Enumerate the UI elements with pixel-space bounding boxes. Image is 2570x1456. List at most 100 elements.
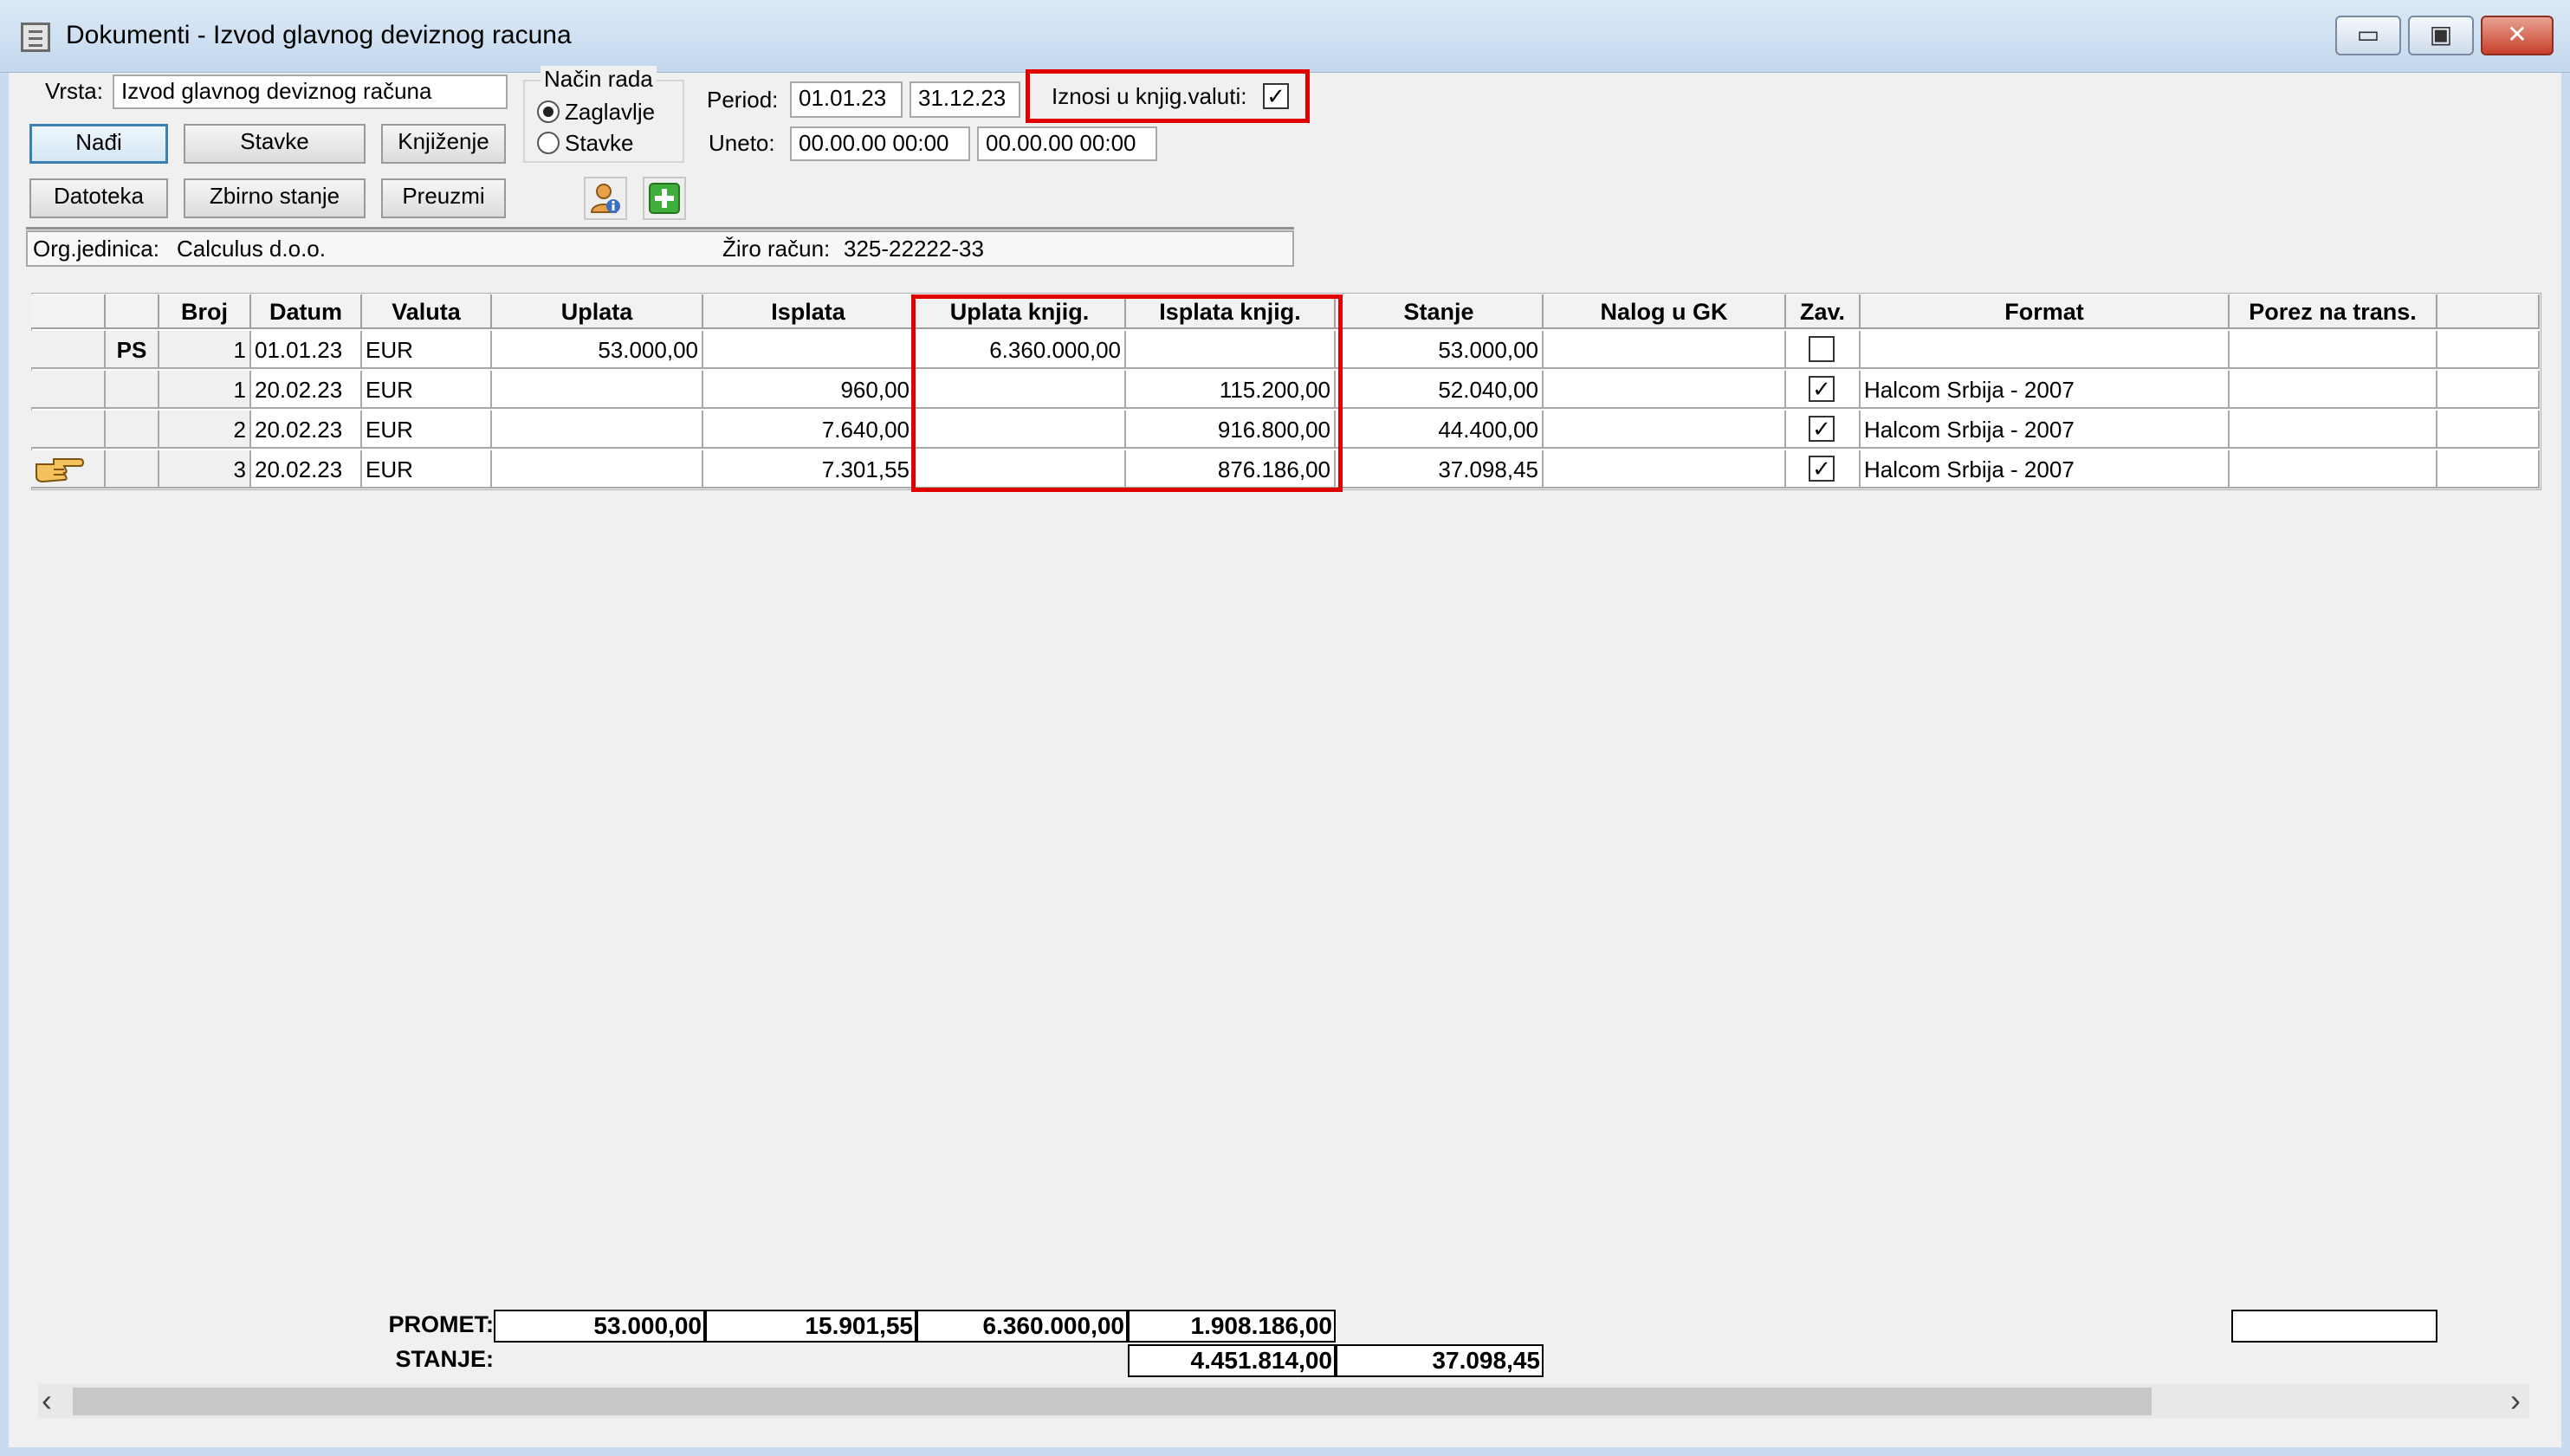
book-currency-checkbox[interactable]: ✓ — [1263, 83, 1289, 109]
period-label: Period: — [707, 87, 779, 113]
add-icon[interactable] — [643, 177, 686, 220]
close-button[interactable]: ✕ — [2481, 16, 2554, 55]
zav-checkbox[interactable]: ✓ — [1809, 456, 1835, 482]
cell-datum[interactable]: 20.02.23 — [251, 371, 362, 409]
cell-nalog-gk[interactable] — [1544, 331, 1786, 369]
cell-format[interactable]: Halcom Srbija - 2007 — [1861, 411, 2230, 449]
import-button[interactable]: Preuzmi — [381, 178, 506, 218]
turnover-uplata-knjig: 6.360.000,00 — [916, 1310, 1128, 1343]
cell-uplata[interactable] — [492, 411, 703, 449]
cell-valuta[interactable]: EUR — [362, 371, 492, 409]
cell-porez[interactable] — [2230, 331, 2437, 369]
cell-isplata[interactable] — [703, 331, 915, 369]
scroll-right-arrow[interactable]: › — [2510, 1382, 2521, 1419]
vrsta-field[interactable]: Izvod glavnog deviznog računa — [113, 74, 508, 109]
cell-porez[interactable] — [2230, 450, 2437, 489]
mode-items-label: Stavke — [565, 130, 634, 156]
cell-valuta[interactable]: EUR — [362, 331, 492, 369]
find-button[interactable]: Nađi — [29, 124, 168, 164]
entered-from-field[interactable]: 00.00.00 00:00 — [790, 126, 970, 161]
cell-stanje[interactable]: 52.040,00 — [1336, 371, 1544, 409]
row-mark: PS — [106, 331, 159, 369]
row-indicator[interactable] — [31, 411, 106, 449]
cell-isplata[interactable]: 7.301,55 — [703, 450, 915, 489]
cell-uplata[interactable] — [492, 371, 703, 409]
file-button[interactable]: Datoteka — [29, 178, 168, 218]
cell-format[interactable] — [1861, 331, 2230, 369]
cell-datum[interactable]: 20.02.23 — [251, 450, 362, 489]
row-mark — [106, 371, 159, 409]
header-datum[interactable]: Datum — [251, 294, 362, 329]
header-zav[interactable]: Zav. — [1786, 294, 1861, 329]
cell-porez[interactable] — [2230, 371, 2437, 409]
minimize-button[interactable]: ▭ — [2335, 16, 2401, 55]
header-isplata[interactable]: Isplata — [703, 294, 915, 329]
cell-valuta[interactable]: EUR — [362, 411, 492, 449]
items-button[interactable]: Stavke — [184, 124, 366, 164]
cell-format[interactable]: Halcom Srbija - 2007 — [1861, 371, 2230, 409]
period-to-field[interactable]: 31.12.23 — [910, 81, 1020, 118]
header-mark — [106, 294, 159, 329]
maximize-button[interactable]: ▣ — [2408, 16, 2474, 55]
cell-nalog-gk[interactable] — [1544, 411, 1786, 449]
header-format[interactable]: Format — [1861, 294, 2230, 329]
cell-stanje[interactable]: 37.098,45 — [1336, 450, 1544, 489]
mode-header-radio[interactable] — [537, 100, 560, 123]
vrsta-label: Vrsta: — [45, 78, 103, 104]
turnover-uplata: 53.000,00 — [494, 1310, 705, 1343]
header-filler — [2437, 294, 2540, 329]
highlight-box-book-columns — [911, 294, 1343, 492]
header-uplata[interactable]: Uplata — [492, 294, 703, 329]
scrollbar-thumb[interactable] — [73, 1388, 2152, 1415]
mode-header-label: Zaglavlje — [565, 99, 656, 125]
cell-zav[interactable]: ✓ — [1786, 450, 1861, 489]
row-indicator[interactable] — [31, 450, 106, 489]
cell-zav[interactable]: ✓ — [1786, 411, 1861, 449]
cell-format[interactable]: Halcom Srbija - 2007 — [1861, 450, 2230, 489]
cell-datum[interactable]: 01.01.23 — [251, 331, 362, 369]
cell-porez[interactable] — [2230, 411, 2437, 449]
balance-label: STANJE: — [395, 1346, 494, 1372]
cell-broj[interactable]: 1 — [159, 371, 251, 409]
header-stanje[interactable]: Stanje — [1336, 294, 1544, 329]
header-broj[interactable]: Broj — [159, 294, 251, 329]
cell-isplata[interactable]: 960,00 — [703, 371, 915, 409]
cell-isplata[interactable]: 7.640,00 — [703, 411, 915, 449]
book-currency-label: Iznosi u knjig.valuti: — [1052, 83, 1247, 109]
turnover-label: PROMET: — [388, 1311, 495, 1337]
cell-datum[interactable]: 20.02.23 — [251, 411, 362, 449]
turnover-isplata-knjig: 1.908.186,00 — [1128, 1310, 1336, 1343]
zav-checkbox[interactable]: ✓ — [1809, 416, 1835, 442]
entered-to-field[interactable]: 00.00.00 00:00 — [977, 126, 1157, 161]
cell-filler — [2437, 450, 2540, 489]
header-nalog-gk[interactable]: Nalog u GK — [1544, 294, 1786, 329]
zav-checkbox[interactable]: ✓ — [1809, 376, 1835, 402]
row-mark — [106, 450, 159, 489]
row-indicator[interactable] — [31, 371, 106, 409]
cell-broj[interactable]: 2 — [159, 411, 251, 449]
balance-knjig: 4.451.814,00 — [1128, 1344, 1336, 1377]
posting-button[interactable]: Knjiženje — [381, 124, 506, 164]
row-indicator[interactable] — [31, 331, 106, 369]
header-valuta[interactable]: Valuta — [362, 294, 492, 329]
user-info-icon[interactable] — [584, 177, 627, 220]
mode-items-radio[interactable] — [537, 132, 560, 154]
scroll-left-arrow[interactable]: ‹ — [42, 1382, 52, 1419]
cell-uplata[interactable] — [492, 450, 703, 489]
summary-balance-button[interactable]: Zbirno stanje — [184, 178, 366, 218]
cell-stanje[interactable]: 53.000,00 — [1336, 331, 1544, 369]
cell-uplata[interactable]: 53.000,00 — [492, 331, 703, 369]
cell-stanje[interactable]: 44.400,00 — [1336, 411, 1544, 449]
cell-filler — [2437, 371, 2540, 409]
header-porez[interactable]: Porez na trans. — [2230, 294, 2437, 329]
cell-nalog-gk[interactable] — [1544, 450, 1786, 489]
period-from-field[interactable]: 01.01.23 — [790, 81, 903, 118]
zav-checkbox[interactable] — [1809, 336, 1835, 362]
cell-valuta[interactable]: EUR — [362, 450, 492, 489]
account-label: Žiro račun: — [722, 236, 831, 262]
cell-zav[interactable] — [1786, 331, 1861, 369]
cell-broj[interactable]: 1 — [159, 331, 251, 369]
cell-zav[interactable]: ✓ — [1786, 371, 1861, 409]
cell-broj[interactable]: 3 — [159, 450, 251, 489]
cell-nalog-gk[interactable] — [1544, 371, 1786, 409]
